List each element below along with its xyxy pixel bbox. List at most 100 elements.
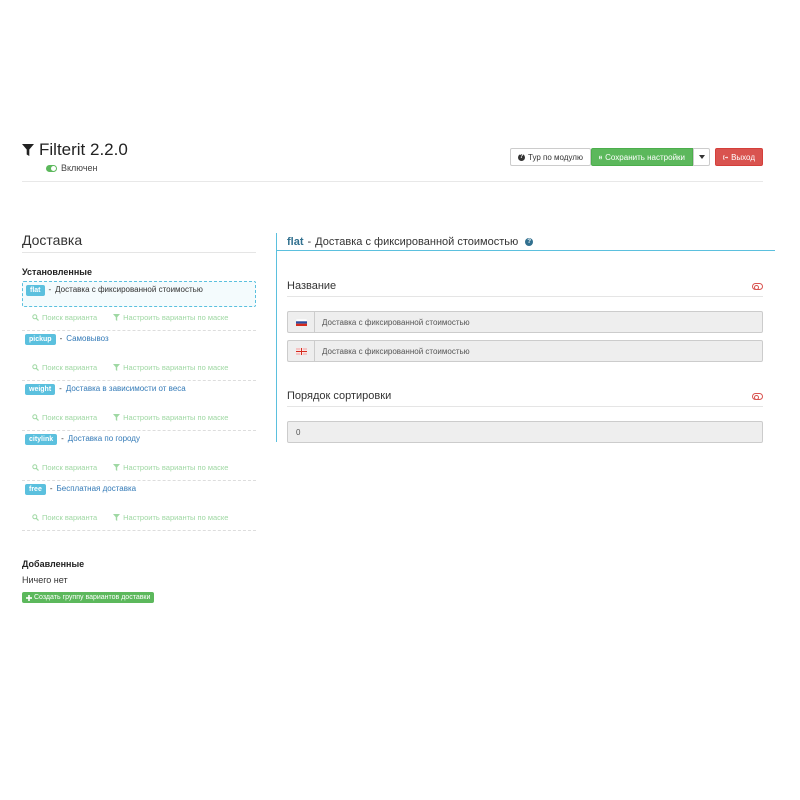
sign-out-icon (723, 155, 729, 159)
installed-list: flat - Доставка с фиксированной стоимостью… (22, 281, 256, 531)
exit-button-label: Выход (731, 152, 755, 162)
create-group-label: Создать группу вариантов доставки (34, 594, 151, 601)
sort-toggle-icon[interactable] (752, 393, 763, 400)
shipping-item-weight[interactable]: weight - Доставка в зависимости от веса (22, 381, 256, 407)
search-variant-link[interactable]: Поиск варианта (32, 413, 97, 422)
item-dash: - (48, 285, 52, 294)
filter-icon (113, 514, 121, 521)
search-icon (32, 414, 39, 421)
create-group-button[interactable]: Создать группу вариантов доставки (22, 592, 155, 603)
mask-config-label: Настроить варианты по маске (123, 413, 229, 422)
save-settings-label: Сохранить настройки (605, 152, 685, 162)
shipping-item-pickup[interactable]: pickup - Самовывоз (22, 331, 256, 357)
status-label: Включен (61, 163, 98, 173)
detail-panel: flat - Доставка с фиксированной стоимост… (276, 233, 775, 443)
mask-config-link[interactable]: Настроить варианты по маске (113, 363, 228, 372)
save-settings-button[interactable]: Сохранить настройки (591, 148, 693, 166)
mask-config-link[interactable]: Настроить варианты по маске (113, 463, 228, 472)
item-dash: - (59, 384, 62, 393)
item-dash: - (59, 334, 63, 343)
sidebar-section-title: Доставка (22, 232, 256, 253)
app-title: Filterit 2.2.0 (22, 140, 128, 160)
shipping-item-label: Доставка с фиксированной стоимостью (55, 285, 203, 294)
shipping-code-badge: weight (25, 384, 56, 395)
item-actions: Поиск варианта Настроить варианты по маск… (22, 357, 256, 380)
mask-config-label: Настроить варианты по маске (123, 463, 229, 472)
empty-text: Ничего нет (22, 575, 68, 585)
exit-button[interactable]: Выход (715, 148, 763, 166)
item-actions: Поиск варианта Настроить варианты по маск… (22, 457, 256, 480)
search-variant-link[interactable]: Поиск варианта (32, 313, 97, 322)
sort-group: 0 (287, 421, 763, 443)
shipping-item-label: Доставка в зависимости от веса (65, 384, 186, 393)
mask-config-link[interactable]: Настроить варианты по маске (113, 313, 228, 322)
name-field-block: Название Доставка с фиксированной стоимо… (287, 280, 763, 362)
filter-icon (113, 364, 121, 371)
item-dash: - (61, 434, 64, 443)
help-icon[interactable]: ? (525, 237, 534, 246)
detail-code: flat (287, 235, 304, 248)
name-toggle-icon[interactable] (752, 283, 763, 290)
floppy-icon (599, 155, 603, 159)
module-status: Включен (46, 163, 98, 173)
item-dash: - (49, 484, 53, 493)
name-section-label: Название (287, 280, 337, 292)
shipping-code-badge: flat (26, 285, 45, 296)
mask-config-link[interactable]: Настроить варианты по маске (113, 513, 228, 522)
shipping-code-badge: pickup (25, 334, 56, 345)
shipping-group-pickup: pickup - Самовывоз Поиск варианта Настроить … (22, 331, 256, 381)
search-variant-link[interactable]: Поиск варианта (32, 363, 97, 372)
installed-title: Установленные (22, 267, 92, 277)
filter-icon (113, 414, 121, 421)
filter-icon (113, 464, 121, 471)
flag-ru-icon (287, 311, 314, 333)
mask-config-label: Настроить варианты по маске (123, 513, 229, 522)
search-variant-label: Поиск варианта (42, 363, 98, 372)
item-actions: Поиск варианта Настроить варианты по маск… (22, 407, 256, 430)
search-variant-label: Поиск варианта (42, 413, 98, 422)
plus-icon (26, 594, 32, 601)
sort-section-label: Порядок сортировки (287, 390, 392, 402)
added-title: Добавленные (22, 559, 85, 569)
shipping-item-label: Бесплатная доставка (56, 484, 137, 493)
search-icon (32, 364, 39, 371)
question-icon: ? (518, 153, 525, 161)
item-actions: Поиск варианта Настроить варианты по маск… (22, 507, 256, 530)
detail-title: Доставка с фиксированной стоимостью (315, 235, 519, 248)
search-variant-link[interactable]: Поиск варианта (32, 513, 97, 522)
search-icon (32, 514, 39, 521)
shipping-group-weight: weight - Доставка в зависимости от веса Пои… (22, 381, 256, 431)
tour-button-label: Тур по модулю (528, 152, 583, 162)
search-variant-link[interactable]: Поиск варианта (32, 463, 97, 472)
name-ru-group: Доставка с фиксированной стоимостью (287, 311, 763, 333)
name-en-group: Доставка с фиксированной стоимостью (287, 340, 763, 362)
shipping-item-label: Доставка по городу (67, 434, 140, 443)
shipping-group-citylink: citylink - Доставка по городу Поиск вариант… (22, 431, 256, 481)
shipping-item-free[interactable]: free - Бесплатная доставка (22, 481, 256, 507)
search-variant-label: Поиск варианта (42, 463, 98, 472)
shipping-code-badge: citylink (25, 434, 58, 445)
tour-button[interactable]: ? Тур по модулю (510, 148, 591, 166)
flag-en-icon (287, 340, 314, 362)
search-icon (32, 314, 39, 321)
sort-order-input[interactable]: 0 (287, 421, 763, 443)
shipping-item-flat[interactable]: flat - Доставка с фиксированной стоимостью (22, 281, 256, 307)
filter-icon (22, 143, 34, 156)
save-options-dropdown[interactable] (693, 148, 710, 166)
detail-header: flat - Доставка с фиксированной стоимост… (277, 233, 775, 251)
mask-config-link[interactable]: Настроить варианты по маске (113, 413, 228, 422)
status-toggle-icon[interactable] (46, 164, 57, 172)
shipping-code-badge: free (25, 484, 46, 495)
search-icon (32, 464, 39, 471)
name-ru-input[interactable]: Доставка с фиксированной стоимостью (314, 311, 763, 333)
shipping-item-label: Самовывоз (66, 334, 109, 343)
shipping-item-citylink[interactable]: citylink - Доставка по городу (22, 431, 256, 457)
shipping-group-flat: flat - Доставка с фиксированной стоимостью… (22, 281, 256, 331)
shipping-sidebar: Доставка Установленные flat - Доставка с ф… (22, 232, 256, 606)
sort-section-title: Порядок сортировки (287, 390, 763, 407)
mask-config-label: Настроить варианты по маске (123, 363, 229, 372)
shipping-group-free: free - Бесплатная доставка Поиск варианта На… (22, 481, 256, 531)
caret-down-icon (698, 155, 705, 159)
name-en-input[interactable]: Доставка с фиксированной стоимостью (314, 340, 763, 362)
app-title-text: Filterit 2.2.0 (39, 140, 128, 159)
